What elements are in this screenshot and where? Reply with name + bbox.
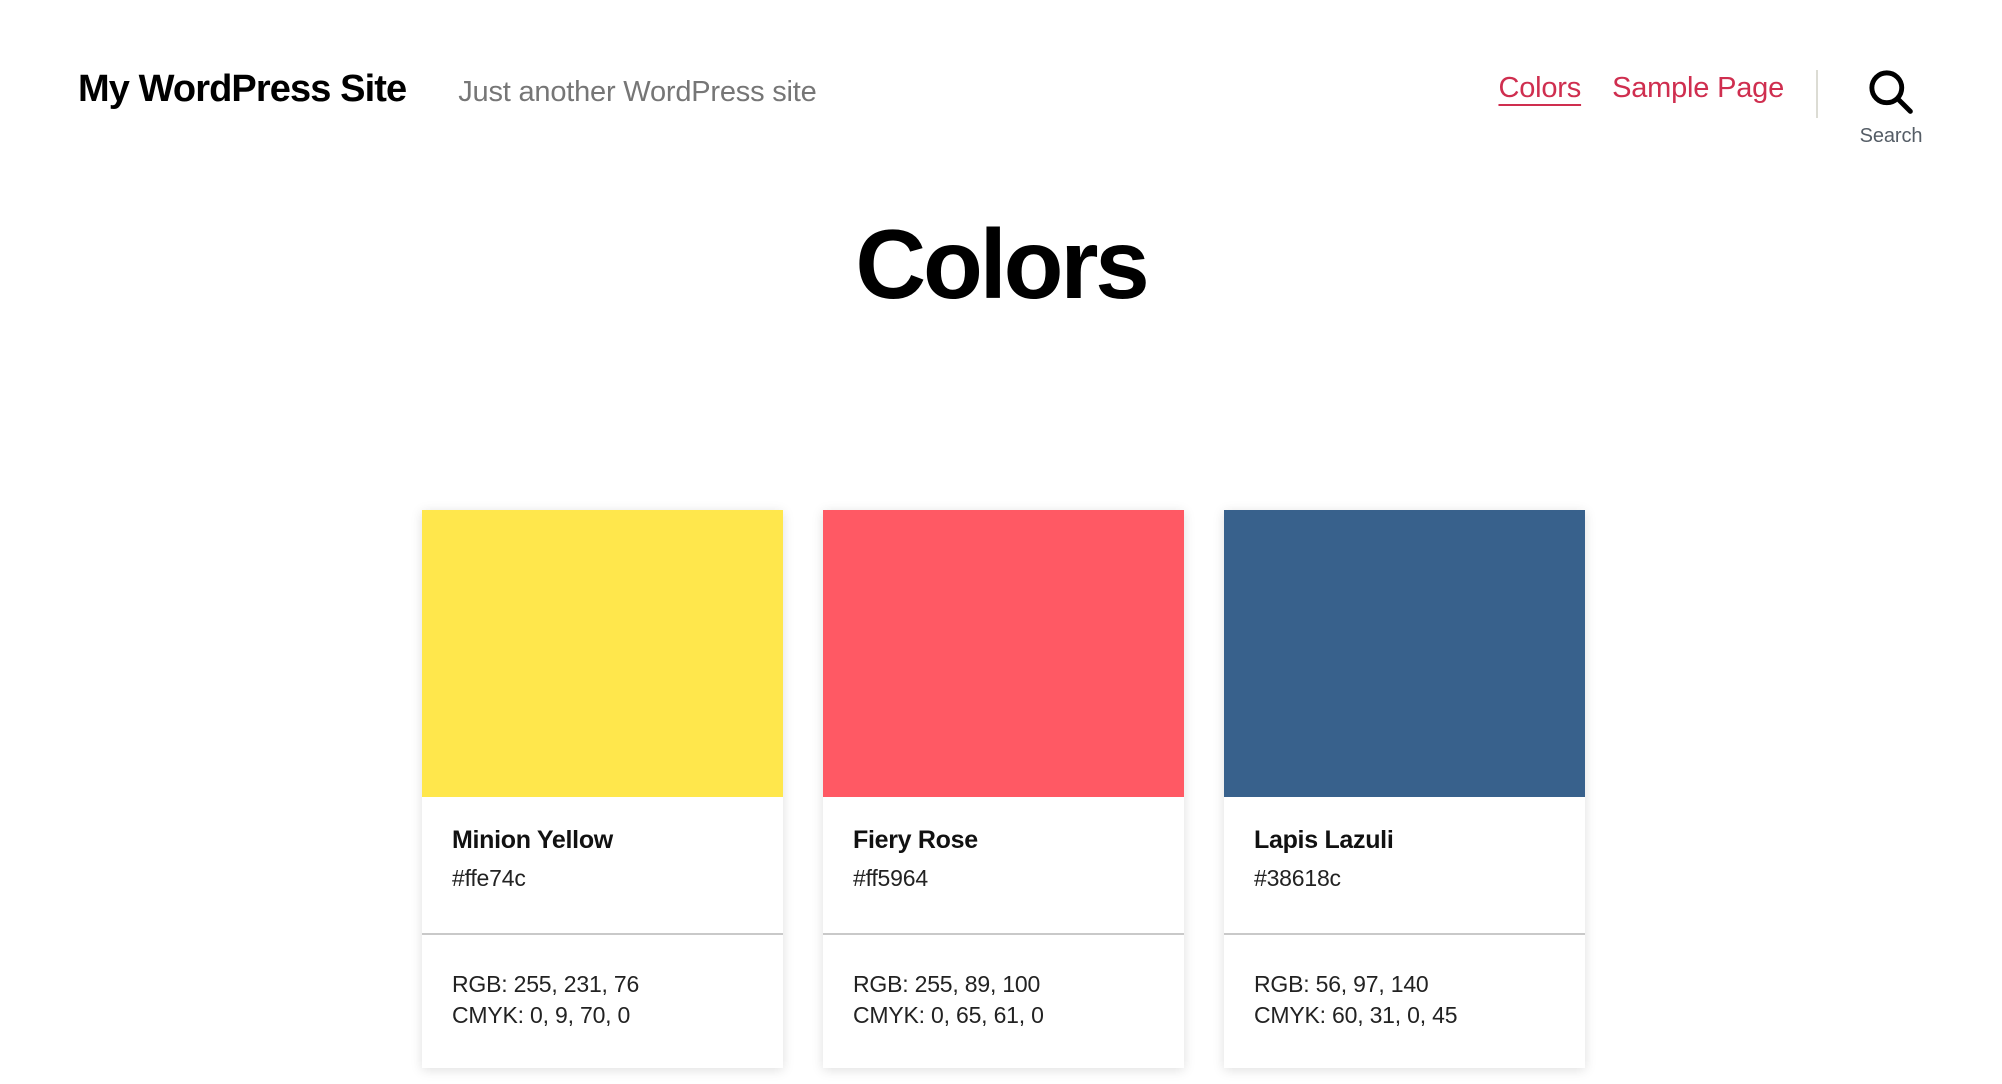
color-name: Lapis Lazuli xyxy=(1254,826,1394,854)
color-cmyk: CMYK: 0, 9, 70, 0 xyxy=(452,1002,631,1029)
primary-navigation: Colors Sample Page xyxy=(1498,74,1784,103)
page-title: Colors xyxy=(855,209,1149,319)
color-card[interactable]: Fiery Rose #ff5964 RGB: 255, 89, 100 CMY… xyxy=(823,510,1184,1068)
color-swatch xyxy=(1224,510,1585,797)
site-header: My WordPress Site Just another WordPress… xyxy=(0,0,2002,160)
nav-link-colors[interactable]: Colors xyxy=(1498,74,1581,103)
color-rgb: RGB: 255, 231, 76 xyxy=(452,971,640,997)
color-rgb: RGB: 56, 97, 140 xyxy=(1254,971,1429,997)
color-card-header: Minion Yellow #ffe74c xyxy=(422,797,783,935)
color-card-grid: Minion Yellow #ffe74c RGB: 255, 231, 76 … xyxy=(422,510,1585,1068)
site-description: Just another WordPress site xyxy=(458,76,817,108)
color-name: Fiery Rose xyxy=(853,826,978,854)
search-toggle-button[interactable]: Search xyxy=(1836,64,1946,146)
color-card-body: RGB: 255, 231, 76 CMYK: 0, 9, 70, 0 xyxy=(422,935,783,1068)
color-rgb: RGB: 255, 89, 100 xyxy=(853,971,1041,997)
search-icon xyxy=(1863,64,1919,120)
search-toggle-label: Search xyxy=(1859,125,1923,147)
site-title[interactable]: My WordPress Site xyxy=(78,70,407,108)
color-hex: #ff5964 xyxy=(853,865,928,891)
color-card[interactable]: Minion Yellow #ffe74c RGB: 255, 231, 76 … xyxy=(422,510,783,1068)
color-card[interactable]: Lapis Lazuli #38618c RGB: 56, 97, 140 CM… xyxy=(1224,510,1585,1068)
color-name: Minion Yellow xyxy=(452,826,613,854)
color-card-header: Fiery Rose #ff5964 xyxy=(823,797,1184,935)
color-swatch xyxy=(823,510,1184,797)
site-branding: My WordPress Site Just another WordPress… xyxy=(78,70,817,108)
color-hex: #38618c xyxy=(1254,865,1341,891)
color-card-body: RGB: 255, 89, 100 CMYK: 0, 65, 61, 0 xyxy=(823,935,1184,1068)
color-hex: #ffe74c xyxy=(452,865,526,891)
color-swatch xyxy=(422,510,783,797)
nav-link-sample-page[interactable]: Sample Page xyxy=(1612,74,1784,103)
color-card-body: RGB: 56, 97, 140 CMYK: 60, 31, 0, 45 xyxy=(1224,935,1585,1068)
color-card-header: Lapis Lazuli #38618c xyxy=(1224,797,1585,935)
color-cmyk: CMYK: 0, 65, 61, 0 xyxy=(853,1002,1044,1029)
color-cmyk: CMYK: 60, 31, 0, 45 xyxy=(1254,1002,1458,1029)
nav-divider xyxy=(1816,70,1818,118)
